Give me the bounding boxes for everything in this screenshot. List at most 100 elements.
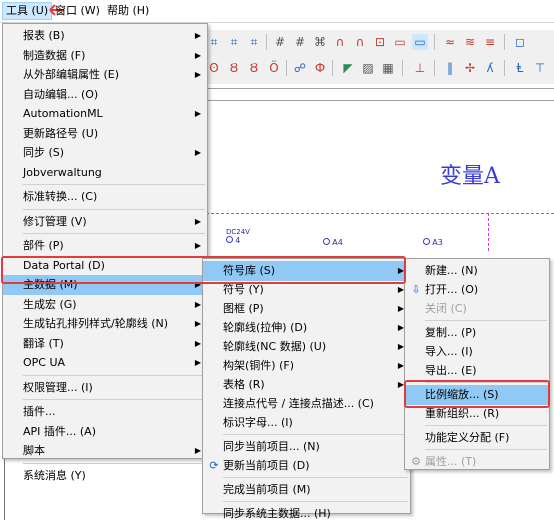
connector-label: A4 xyxy=(332,238,343,247)
tool-icon[interactable]: ▭ xyxy=(392,34,408,50)
submenu-arrow-icon: ▶ xyxy=(194,216,201,226)
tool-icon[interactable]: ☍ xyxy=(292,60,308,76)
magnet-icon[interactable]: ∩ xyxy=(332,34,348,50)
tool-icon[interactable]: ⊥ xyxy=(412,60,428,76)
tool-icon[interactable]: ✢ xyxy=(462,60,478,76)
menu-item-label: 同步当前项目... (N) xyxy=(223,440,320,453)
symbol-library-item-复制[interactable]: 复制... (P) xyxy=(405,323,549,343)
tool-icon[interactable]: Ф xyxy=(312,60,328,76)
master-menu-item-图框[interactable]: 图框 (P) ▶ xyxy=(203,299,410,319)
symbol-library-item-功能定义分配[interactable]: 功能定义分配 (F) xyxy=(405,428,549,448)
tools-menu-item-jobverwaltung[interactable]: Jobverwaltung xyxy=(3,163,207,183)
tool-icon[interactable]: ≋ xyxy=(462,34,478,50)
menu-item-label: 复制... (P) xyxy=(425,326,477,339)
symbol-library-item-关闭: 关闭 (C) xyxy=(405,299,549,319)
tools-menu-item-权限管理[interactable]: 权限管理... (I) xyxy=(3,378,207,398)
menu-item-label: 翻译 (T) xyxy=(23,336,64,350)
toolbar-row-2: ʘ Ȣ Ȣ Ö ☍ Ф ◤ ▨ ▦ ⊥ ‖ ✢ ʎ Ⱡ ⊤ xyxy=(206,56,554,80)
master-menu-item-更新当前项目[interactable]: ⟳ 更新当前项目 (D) xyxy=(203,456,410,476)
grid-icon[interactable]: ⌗ xyxy=(226,34,242,50)
cross-icon[interactable]: ⌘ xyxy=(312,34,328,50)
tools-menu-item-api-插件[interactable]: API 插件... (A) xyxy=(3,422,207,442)
grid-icon[interactable]: ⌗ xyxy=(246,34,262,50)
tool-icon[interactable]: Ȣ xyxy=(226,60,242,76)
menu-item-label: 生成钻孔排列样式/轮廓线 (N) xyxy=(23,317,169,330)
menu-separator xyxy=(23,399,205,400)
submenu-arrow-icon: ▶ xyxy=(194,50,201,60)
menu-item-label: 完成当前项目 (M) xyxy=(223,483,311,496)
tools-menu-item-翻译[interactable]: 翻译 (T) ▶ xyxy=(3,334,207,354)
menu-separator xyxy=(23,184,205,185)
tool-icon[interactable]: Ȣ xyxy=(246,60,262,76)
tools-menu-item-自动编辑[interactable]: 自动编辑... (O) xyxy=(3,85,207,105)
submenu-arrow-icon: ▶ xyxy=(194,70,201,79)
master-menu-item-连接点代号-连接点描述[interactable]: 连接点代号 / 连接点描述... (C) xyxy=(203,394,410,414)
tool-icon[interactable]: ▦ xyxy=(380,60,396,76)
menu-window[interactable]: 窗口 (W) xyxy=(52,3,103,19)
menu-item-label: 图框 (P) xyxy=(223,302,264,315)
tools-menu-item-系统消息[interactable]: 系统消息 (Y) xyxy=(3,466,207,486)
master-data-menu: 符号库 (S) ▶ 符号 (Y) ▶ 图框 (P) ▶ 轮廓线(拉伸) (D) ▶ 轮廓线(NC… xyxy=(202,258,411,520)
tools-menu-item-脚本[interactable]: 脚本 ▶ xyxy=(3,441,207,461)
grid-icon[interactable]: ⌗ xyxy=(206,34,222,50)
tool-icon[interactable]: ▭ xyxy=(412,34,428,50)
tools-menu-item-opc-ua[interactable]: OPC UA ▶ xyxy=(3,353,207,373)
symbol-library-item-导出[interactable]: 导出... (E) xyxy=(405,361,549,381)
master-menu-item-轮廓线[interactable]: 轮廓线(拉伸) (D) ▶ xyxy=(203,318,410,338)
dashed-border xyxy=(206,213,554,214)
tools-menu-item-生成宏[interactable]: 生成宏 (G) ▶ xyxy=(3,295,207,315)
master-menu-item-同步当前项目[interactable]: 同步当前项目... (N) xyxy=(203,437,410,457)
symbol-library-menu: 新建... (N) ⇩ 打开... (O) 关闭 (C) 复制... (P) 导入... … xyxy=(404,258,550,470)
grid-icon[interactable]: # xyxy=(292,34,308,50)
menu-item-label: 导入... (I) xyxy=(425,345,473,358)
tools-menu-item-标准转换[interactable]: 标准转换... (C) xyxy=(3,187,207,207)
tools-menu-item-报表[interactable]: 报表 (B) ▶ xyxy=(3,26,207,46)
menu-separator xyxy=(223,501,408,502)
symbol-library-item-新建[interactable]: 新建... (N) xyxy=(405,261,549,281)
tool-icon[interactable]: ʎ xyxy=(482,60,498,76)
master-menu-item-同步系统主数据[interactable]: 同步系统主数据... (H) xyxy=(203,504,410,524)
submenu-arrow-icon: ▶ xyxy=(194,446,201,455)
highlight-box xyxy=(1,256,406,284)
magnet-icon[interactable]: ∩ xyxy=(352,34,368,50)
menu-item-label: 表格 (R) xyxy=(223,378,265,391)
tool-icon[interactable]: Ⱡ xyxy=(512,60,528,76)
tools-menu-item-生成钻孔排列样式-轮廓线[interactable]: 生成钻孔排列样式/轮廓线 (N) ▶ xyxy=(3,314,207,334)
menu-item-label: 符号 (Y) xyxy=(223,283,264,296)
tool-icon[interactable]: ◤ xyxy=(340,60,356,76)
menu-item-label: 生成宏 (G) xyxy=(23,297,77,311)
tool-icon[interactable]: Ö xyxy=(266,60,282,76)
tools-menu-item-同步[interactable]: 同步 (S) ▶ xyxy=(3,143,207,163)
master-menu-item-完成当前项目[interactable]: 完成当前项目 (M) xyxy=(203,480,410,500)
submenu-arrow-icon: ▶ xyxy=(194,319,201,328)
tool-icon[interactable]: ≈ xyxy=(442,34,458,50)
tool-icon[interactable]: ʘ xyxy=(206,60,222,76)
tool-icon[interactable]: ≡ xyxy=(482,34,498,50)
symbol-library-item-导入[interactable]: 导入... (I) xyxy=(405,342,549,362)
tools-menu-item-从外部编辑属性[interactable]: 从外部编辑属性 (E) ▶ xyxy=(3,65,207,85)
tools-menu-item-automationml[interactable]: AutomationML ▶ xyxy=(3,104,207,124)
menu-bar: 工具 (U) 窗口 (W) 帮助 (H) xyxy=(0,0,554,23)
tools-menu-item-插件[interactable]: 插件... xyxy=(3,402,207,422)
master-menu-item-表格[interactable]: 表格 (R) ▶ xyxy=(203,375,410,395)
tool-icon[interactable]: ▨ xyxy=(360,60,376,76)
menu-help[interactable]: 帮助 (H) xyxy=(104,3,152,19)
tool-icon[interactable]: ⊤ xyxy=(532,60,548,76)
tools-menu-item-部件[interactable]: 部件 (P) ▶ xyxy=(3,236,207,256)
master-menu-item-构架[interactable]: 构架(铜件) (F) ▶ xyxy=(203,356,410,376)
tool-icon[interactable]: ‖ xyxy=(442,60,458,76)
menu-separator xyxy=(23,462,205,464)
tools-menu-item-修订管理[interactable]: 修订管理 (V) ▶ xyxy=(3,212,207,232)
tool-icon[interactable]: ◻ xyxy=(512,34,528,50)
submenu-arrow-icon: ▶ xyxy=(194,241,201,250)
menu-item-label: 修订管理 (V) xyxy=(23,214,87,228)
master-menu-item-轮廓线[interactable]: 轮廓线(NC 数据) (U) ▶ xyxy=(203,337,410,357)
menu-separator xyxy=(425,320,547,321)
master-menu-item-标识字母[interactable]: 标识字母... (I) xyxy=(203,413,410,433)
grid-icon[interactable]: # xyxy=(272,34,288,50)
symbol-library-item-打开[interactable]: ⇩ 打开... (O) xyxy=(405,280,549,300)
tool-icon[interactable]: ⊡ xyxy=(372,34,388,50)
tools-menu-item-更新路径号[interactable]: 更新路径号 (U) xyxy=(3,124,207,144)
tools-menu-item-制造数据[interactable]: 制造数据 (F) ▶ xyxy=(3,46,207,66)
menu-item-label: 属性... (T) xyxy=(425,455,477,468)
